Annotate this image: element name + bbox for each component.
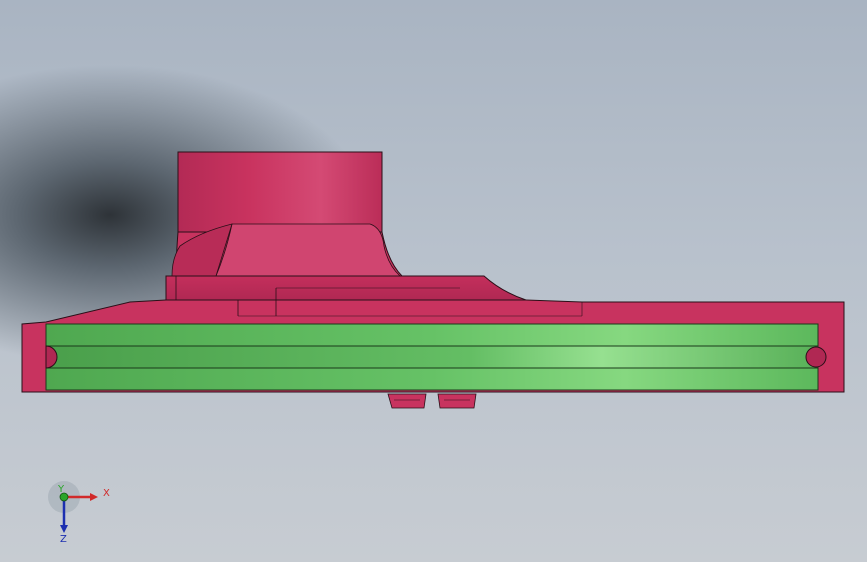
y-axis-label: Y (57, 484, 65, 495)
model-view: X Y Z (21, 151, 845, 545)
x-axis-label: X (103, 488, 110, 499)
coordinate-triad: X Y Z (48, 481, 110, 545)
green-insert[interactable] (45, 323, 819, 391)
bottom-clip-right[interactable] (437, 393, 477, 409)
bottom-clip-left[interactable] (387, 393, 427, 409)
z-axis-label: Z (60, 534, 67, 545)
bore-right[interactable] (805, 346, 827, 368)
boss-fillet[interactable] (171, 223, 404, 277)
shoulder-block[interactable] (165, 275, 527, 301)
3d-viewport[interactable]: X Y Z (0, 0, 867, 562)
cylinder-boss[interactable] (177, 151, 383, 233)
